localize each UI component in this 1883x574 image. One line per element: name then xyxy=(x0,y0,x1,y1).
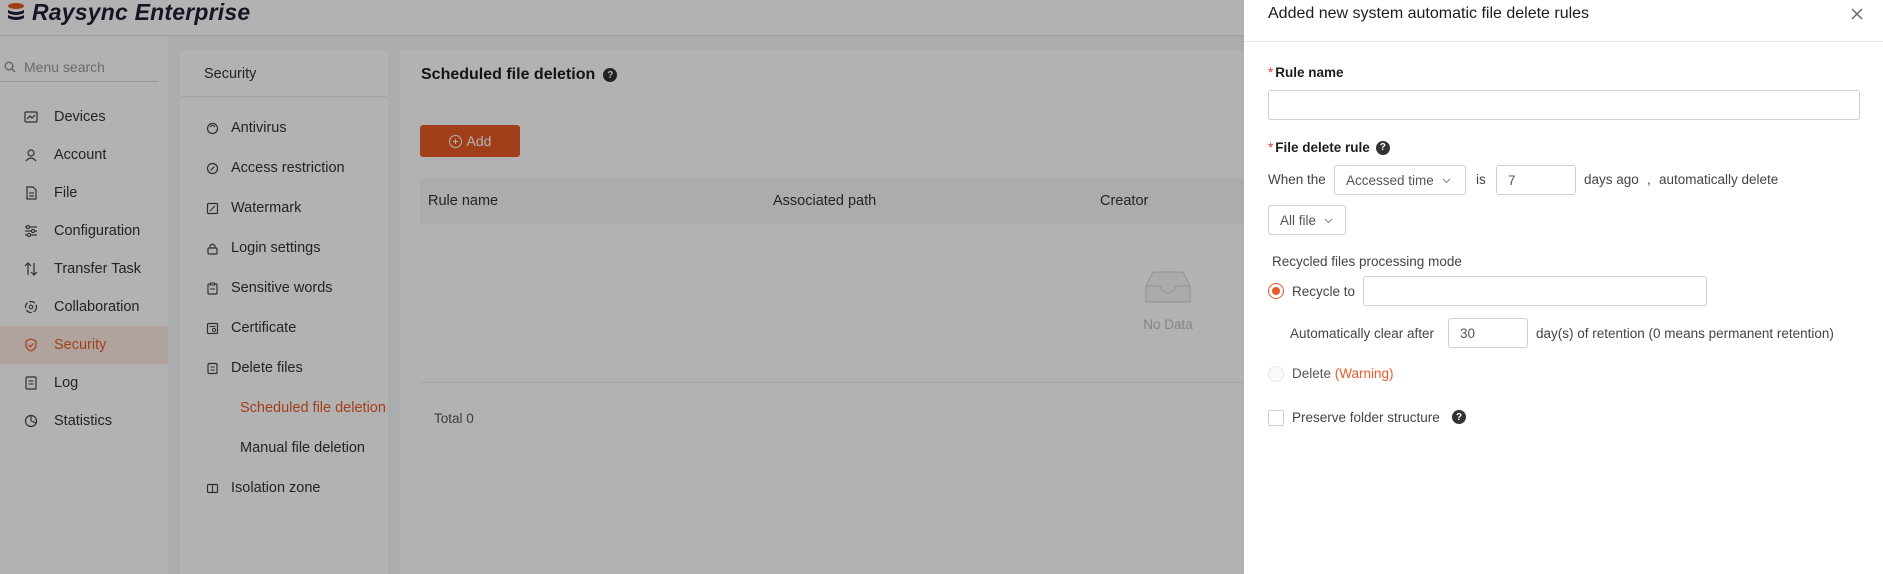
retention-note: day(s) of retention (0 means permanent r… xyxy=(1536,326,1834,341)
recycle-to-label: Recycle to xyxy=(1292,284,1356,299)
help-icon[interactable]: ? xyxy=(1452,410,1466,424)
preserve-folder-label: Preserve folder structure xyxy=(1292,410,1440,425)
required-marker: * xyxy=(1268,140,1274,155)
rule-name-label-text: Rule name xyxy=(1275,65,1344,80)
days-ago-text: days ago xyxy=(1584,172,1639,187)
drawer-title: Added new system automatic file delete r… xyxy=(1268,5,1590,22)
chevron-down-icon xyxy=(1324,218,1333,223)
time-type-select[interactable]: Accessed time xyxy=(1334,165,1466,195)
rule-name-label: * Rule name xyxy=(1268,65,1344,80)
days-input[interactable] xyxy=(1496,165,1576,195)
required-marker: * xyxy=(1268,65,1274,80)
preserve-folder-checkbox[interactable] xyxy=(1268,410,1284,426)
delete-option: Delete (Warning) xyxy=(1292,366,1394,381)
delete-radio[interactable] xyxy=(1268,366,1284,382)
delete-label: Delete xyxy=(1292,366,1332,381)
close-icon[interactable] xyxy=(1848,5,1866,23)
time-type-value: Accessed time xyxy=(1346,172,1434,188)
when-the-text: When the xyxy=(1268,172,1326,187)
help-icon[interactable]: ? xyxy=(1375,140,1390,155)
recycled-mode-label: Recycled files processing mode xyxy=(1272,254,1462,269)
automatically-delete-text: automatically delete xyxy=(1659,172,1779,187)
rule-name-input[interactable] xyxy=(1268,90,1860,120)
auto-clear-label: Automatically clear after xyxy=(1290,326,1435,341)
file-type-select[interactable]: All file xyxy=(1268,205,1346,235)
auto-clear-input[interactable] xyxy=(1448,318,1528,348)
comma-text: , xyxy=(1647,172,1651,187)
modal-overlay[interactable] xyxy=(0,0,1244,574)
warning-text: (Warning) xyxy=(1334,366,1394,381)
chevron-down-icon xyxy=(1442,178,1451,183)
is-text: is xyxy=(1476,172,1486,187)
drawer-header: Added new system automatic file delete r… xyxy=(1244,0,1883,42)
file-delete-rule-label: * File delete rule ? xyxy=(1268,140,1390,155)
file-type-value: All file xyxy=(1280,212,1317,228)
recycle-to-radio[interactable] xyxy=(1268,283,1284,299)
recycle-to-input[interactable] xyxy=(1363,276,1707,306)
file-delete-rule-label-text: File delete rule xyxy=(1275,140,1370,155)
add-rule-drawer: Added new system automatic file delete r… xyxy=(1244,0,1883,574)
